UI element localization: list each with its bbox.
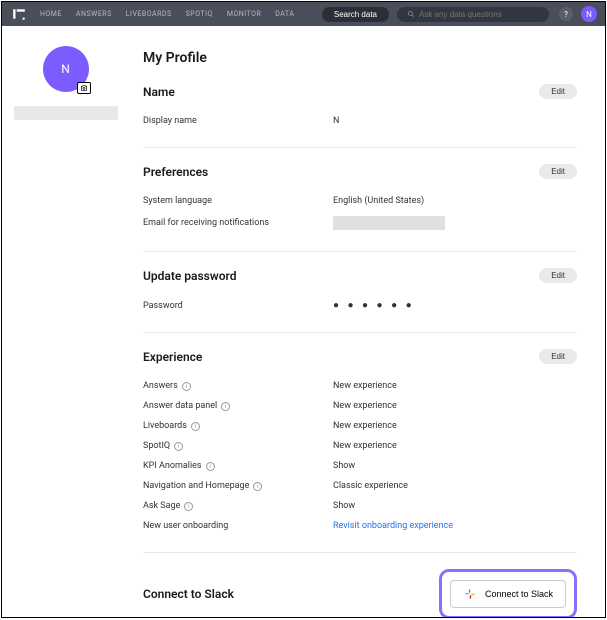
slack-highlight: Connect to Slack xyxy=(439,569,577,617)
ask-search-wrap[interactable] xyxy=(397,7,549,22)
info-icon[interactable]: i xyxy=(184,502,193,511)
experience-row-value: Classic experience xyxy=(333,481,577,491)
experience-row: AnswersiNew experience xyxy=(143,376,577,396)
edit-password-button[interactable]: Edit xyxy=(539,268,577,283)
preferences-section: Preferences Edit System language English… xyxy=(143,164,577,252)
experience-row-value: Show xyxy=(333,461,577,471)
experience-section: Experience Edit AnswersiNew experienceAn… xyxy=(143,349,577,553)
experience-row: KPI AnomaliesiShow xyxy=(143,456,577,476)
experience-row: LiveboardsiNew experience xyxy=(143,416,577,436)
nav-data[interactable]: DATA xyxy=(275,10,294,18)
password-section: Update password Edit Password ● ● ● ● ● … xyxy=(143,268,577,333)
experience-row-value: New experience xyxy=(333,441,577,451)
edit-preferences-button[interactable]: Edit xyxy=(539,164,577,179)
experience-row-value: New experience xyxy=(333,381,577,391)
name-section-title: Name xyxy=(143,85,175,99)
top-navigation: HOME ANSWERS LIVEBOARDS SPOTIQ MONITOR D… xyxy=(2,2,605,26)
password-masked: ● ● ● ● ● ● xyxy=(333,300,577,311)
nav-spotiq[interactable]: SPOTIQ xyxy=(186,10,213,18)
camera-icon xyxy=(80,84,88,92)
user-avatar-large: N xyxy=(43,46,89,92)
password-title: Update password xyxy=(143,269,236,283)
experience-title: Experience xyxy=(143,350,202,364)
help-icon[interactable]: ? xyxy=(559,7,573,21)
connect-slack-button[interactable]: Connect to Slack xyxy=(450,580,566,608)
experience-row-label: New user onboarding xyxy=(143,521,333,531)
nav-home[interactable]: HOME xyxy=(40,10,62,18)
search-icon xyxy=(407,10,415,18)
name-section: Name Edit Display name N xyxy=(143,84,577,148)
system-language-label: System language xyxy=(143,196,333,206)
experience-row: Answer data paneliNew experience xyxy=(143,396,577,416)
app-logo[interactable] xyxy=(10,5,28,23)
avatar-initial: N xyxy=(61,62,70,76)
experience-row: Navigation and HomepageiClassic experien… xyxy=(143,476,577,496)
info-icon[interactable]: i xyxy=(191,422,200,431)
experience-row: New user onboardingRevisit onboarding ex… xyxy=(143,516,577,536)
onboarding-link[interactable]: Revisit onboarding experience xyxy=(333,521,577,531)
experience-row-label: Answersi xyxy=(143,381,333,391)
name-placeholder xyxy=(14,106,118,120)
nav-answers[interactable]: ANSWERS xyxy=(76,10,112,18)
info-icon[interactable]: i xyxy=(253,482,262,491)
edit-experience-button[interactable]: Edit xyxy=(539,349,577,364)
edit-name-button[interactable]: Edit xyxy=(539,84,577,99)
user-avatar-small[interactable]: N xyxy=(581,6,597,22)
system-language-value: English (United States) xyxy=(333,196,577,206)
page-title: My Profile xyxy=(143,50,577,66)
experience-row-value: Show xyxy=(333,501,577,511)
ask-input[interactable] xyxy=(419,10,539,19)
experience-row-label: Ask Sagei xyxy=(143,501,333,511)
main-content: My Profile Name Edit Display name N Pref… xyxy=(129,26,605,617)
upload-photo-button[interactable] xyxy=(77,82,91,94)
experience-row-label: SpotIQi xyxy=(143,441,333,451)
experience-row: Ask SageiShow xyxy=(143,496,577,516)
slack-button-label: Connect to Slack xyxy=(485,589,553,599)
search-data-button[interactable]: Search data xyxy=(322,7,389,22)
display-name-label: Display name xyxy=(143,116,333,126)
preferences-title: Preferences xyxy=(143,165,208,179)
experience-row-label: KPI Anomaliesi xyxy=(143,461,333,471)
profile-sidebar: N xyxy=(2,26,129,617)
nav-monitor[interactable]: MONITOR xyxy=(227,10,261,18)
slack-title: Connect to Slack xyxy=(143,587,234,601)
experience-row-value: New experience xyxy=(333,401,577,411)
info-icon[interactable]: i xyxy=(182,382,191,391)
display-name-value: N xyxy=(333,116,577,126)
experience-row-label: Liveboardsi xyxy=(143,421,333,431)
experience-row: SpotIQiNew experience xyxy=(143,436,577,456)
info-icon[interactable]: i xyxy=(174,442,183,451)
slack-section: Connect to Slack Connect to Slack xyxy=(143,569,577,617)
info-icon[interactable]: i xyxy=(206,462,215,471)
nav-liveboards[interactable]: LIVEBOARDS xyxy=(126,10,172,18)
main-nav: HOME ANSWERS LIVEBOARDS SPOTIQ MONITOR D… xyxy=(40,10,294,18)
experience-row-label: Navigation and Homepagei xyxy=(143,481,333,491)
experience-row-label: Answer data paneli xyxy=(143,401,333,411)
slack-icon xyxy=(463,587,477,601)
password-label: Password xyxy=(143,301,333,311)
experience-row-value: New experience xyxy=(333,421,577,431)
email-placeholder xyxy=(333,216,445,230)
info-icon[interactable]: i xyxy=(221,402,230,411)
email-notifications-label: Email for receiving notifications xyxy=(143,218,333,228)
